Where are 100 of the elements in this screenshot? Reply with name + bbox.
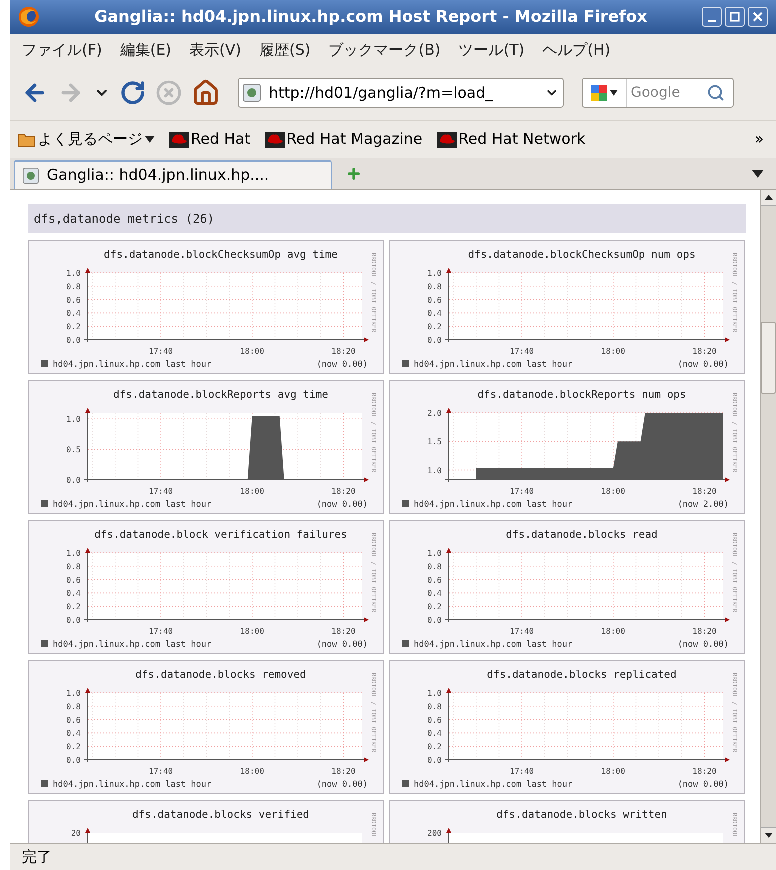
y-tick-label: 0.0: [428, 616, 442, 625]
y-tick-label: 0.6: [66, 296, 81, 305]
hat-icon: [436, 132, 457, 148]
y-tick-label: 0.0: [66, 756, 81, 765]
y-tick-label: 0.8: [66, 702, 81, 712]
scroll-down-icon[interactable]: [764, 833, 772, 838]
y-tick-label: 0.2: [428, 602, 442, 612]
x-tick-label: 18:20: [332, 347, 356, 356]
x-tick-label: 18:20: [332, 767, 356, 776]
y-tick-label: 1.0: [428, 689, 442, 698]
url-text: http://hd01/ganglia/?m=load_: [269, 82, 494, 104]
maximize-button[interactable]: [725, 7, 745, 27]
tab-list-caret-icon[interactable]: [752, 170, 764, 178]
scroll-thumb[interactable]: [761, 322, 776, 394]
y-axis: [446, 828, 452, 843]
minimize-icon: [708, 20, 716, 22]
maximize-icon: [730, 12, 740, 22]
current-value: (now 2.00): [678, 500, 729, 510]
y-tick-label: 0.8: [428, 702, 442, 712]
graph-title: dfs.datanode.blocks_verified: [132, 809, 310, 821]
scroll-up-icon[interactable]: [764, 195, 772, 200]
home-icon[interactable]: [192, 79, 220, 107]
menu-item[interactable]: 履歴(S): [260, 38, 311, 62]
reload-icon[interactable]: [120, 80, 146, 106]
close-icon: [753, 12, 763, 22]
status-text: 完了: [22, 846, 52, 868]
y-tick-label: 0.8: [66, 562, 81, 572]
current-value: (now 0.00): [678, 360, 729, 370]
y-tick-label: 0.2: [428, 742, 442, 752]
y-tick-label: 0.6: [428, 296, 442, 305]
current-value: (now 0.00): [678, 780, 729, 790]
x-tick-label: 17:40: [510, 627, 534, 636]
y-tick-label: 0.4: [66, 729, 81, 738]
x-tick-label: 17:40: [149, 347, 174, 356]
menu-item[interactable]: 表示(V): [190, 38, 242, 62]
graph-title: dfs.datanode.block_verification_failures: [94, 529, 348, 541]
caret-icon: [145, 136, 155, 143]
x-tick-label: 18:00: [240, 627, 264, 636]
search-engine-icon[interactable]: [590, 85, 618, 101]
graph-title: dfs.datanode.blockReports_num_ops: [478, 389, 686, 401]
bookmark-link[interactable]: Red Hat Network: [458, 128, 586, 151]
x-tick-label: 18:00: [601, 767, 626, 776]
bookmark-link[interactable]: Red Hat Magazine: [286, 128, 423, 151]
y-tick-label: 0.6: [66, 576, 81, 585]
menu-item[interactable]: ツール(T): [458, 38, 525, 62]
menu-item[interactable]: ファイル(F): [22, 38, 102, 62]
x-tick-label: 18:20: [692, 627, 717, 636]
scrollbar-track[interactable]: [760, 190, 776, 843]
x-tick-label: 17:40: [510, 347, 534, 356]
legend-label: hd04.jpn.linux.hp.com last hour: [414, 640, 573, 650]
y-tick-label: 0.2: [66, 742, 81, 752]
y-tick-label: 0.4: [66, 309, 81, 318]
graph-title: dfs.datanode.blockChecksumOp_num_ops: [468, 249, 696, 261]
bookmark-link[interactable]: Red Hat: [191, 128, 251, 151]
graph-title: dfs.datanode.blockChecksumOp_avg_time: [104, 249, 338, 261]
x-tick-label: 18:20: [332, 487, 356, 496]
search-icon[interactable]: [707, 84, 725, 102]
x-tick-label: 17:40: [149, 487, 174, 496]
overflow-chevron[interactable]: »: [754, 128, 764, 151]
y-tick-label: 1.0: [428, 466, 442, 476]
legend-label: hd04.jpn.linux.hp.com last hour: [414, 360, 573, 370]
minimize-button[interactable]: [702, 7, 722, 27]
x-tick-label: 18:00: [601, 347, 626, 356]
y-tick-label: 0.0: [428, 756, 442, 765]
legend-label: hd04.jpn.linux.hp.com last hour: [53, 500, 212, 510]
y-tick-label: 20: [71, 829, 81, 838]
current-value: (now 0.00): [316, 780, 368, 790]
x-tick-label: 18:20: [692, 487, 717, 496]
y-tick-label: 0.6: [428, 576, 442, 585]
page-icon: [23, 168, 39, 184]
y-tick-label: 0.4: [428, 729, 442, 738]
y-tick-label: 0.6: [66, 716, 81, 725]
search-input[interactable]: Google: [627, 82, 707, 104]
y-tick-label: 0.5: [66, 446, 81, 455]
page-icon: [243, 84, 261, 102]
graph-title: dfs.datanode.blocks_written: [496, 809, 668, 821]
y-tick-label: 0.0: [428, 336, 442, 345]
y-tick-label: 1.0: [66, 269, 81, 278]
y-tick-label: 1.0: [66, 415, 81, 424]
current-value: (now 0.00): [316, 640, 368, 650]
new-tab-icon[interactable]: [346, 166, 362, 182]
x-tick-label: 17:40: [510, 487, 534, 496]
legend-label: hd04.jpn.linux.hp.com last hour: [414, 500, 573, 510]
menu-item[interactable]: 編集(E): [120, 38, 172, 62]
y-tick-label: 0.4: [428, 589, 442, 598]
y-tick-label: 0.4: [66, 589, 81, 598]
x-tick-label: 18:00: [601, 487, 626, 496]
browser-logo-icon: [18, 6, 40, 28]
close-button[interactable]: [748, 7, 768, 27]
menu-item[interactable]: ブックマーク(B): [328, 38, 441, 62]
menu-item[interactable]: ヘルプ(H): [542, 38, 611, 62]
y-tick-label: 200: [428, 829, 442, 838]
bookmark-folder[interactable]: よく見るページ: [38, 128, 143, 151]
address-field[interactable]: http://hd01/ganglia/?m=load_: [238, 78, 564, 108]
y-tick-label: 0.8: [66, 282, 81, 292]
search-field[interactable]: Google: [582, 78, 734, 108]
y-tick-label: 0.2: [428, 322, 442, 332]
browser-tab[interactable]: Ganglia:: hd04.jpn.linux.hp....: [14, 160, 332, 189]
graph-title: dfs.datanode.blocks_removed: [136, 669, 306, 681]
y-tick-label: 1.0: [66, 689, 81, 698]
